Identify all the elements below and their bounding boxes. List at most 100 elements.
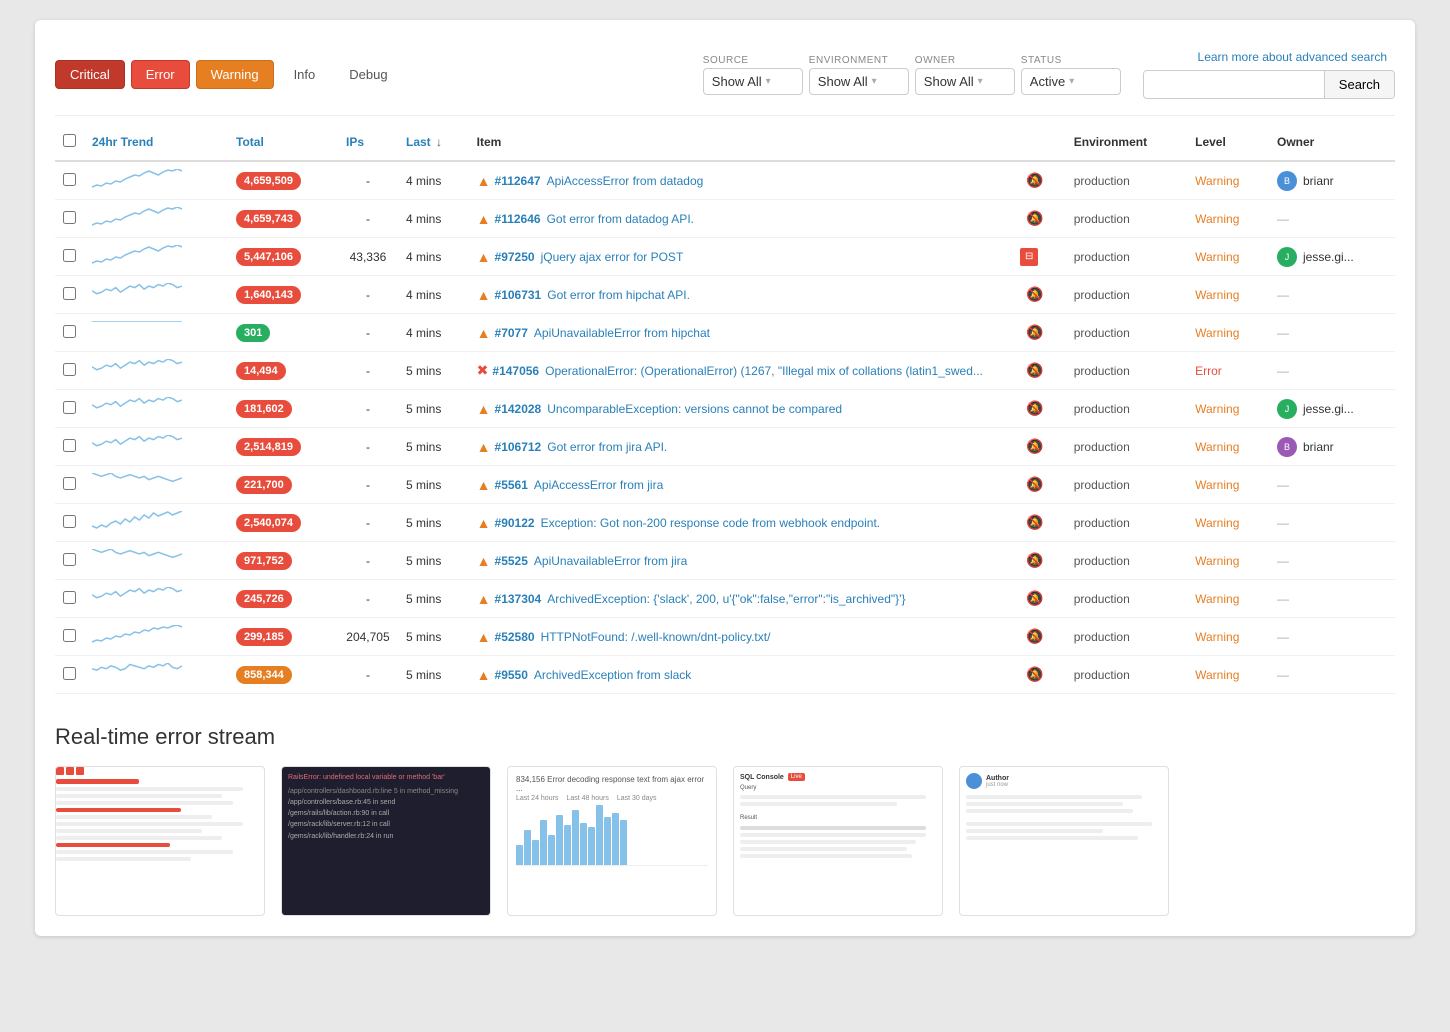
item-cell[interactable]: ▲ #112647 ApiAccessError from datadog <box>469 161 1013 200</box>
item-link[interactable]: #9550 ArchivedException from slack <box>495 668 692 682</box>
row-checkbox[interactable] <box>63 667 76 680</box>
row-checkbox[interactable] <box>63 401 76 414</box>
search-button[interactable]: Search <box>1324 71 1394 98</box>
row-checkbox[interactable] <box>63 173 76 186</box>
last-cell: 5 mins <box>398 352 469 390</box>
header-last[interactable]: Last ↓ <box>398 124 469 161</box>
item-link[interactable]: #5561 ApiAccessError from jira <box>495 478 664 492</box>
mute-icon[interactable]: 🔕 <box>1026 172 1043 188</box>
action-cell[interactable]: 🔕 <box>1012 618 1066 656</box>
action-cell[interactable]: 🔕 <box>1012 542 1066 580</box>
action-cell[interactable]: 🔕 <box>1012 428 1066 466</box>
owner-select[interactable]: Show All ▾ <box>915 68 1015 95</box>
header-total[interactable]: Total <box>228 124 338 161</box>
item-link[interactable]: #52580 HTTPNotFound: /.well-known/dnt-po… <box>495 630 771 644</box>
action-cell[interactable]: 🔕 <box>1012 580 1066 618</box>
realtime-thumb-5[interactable]: Author just now <box>959 766 1169 916</box>
advanced-search-link[interactable]: Learn more about advanced search <box>1198 50 1387 64</box>
mute-icon[interactable]: 🔕 <box>1026 476 1043 492</box>
row-checkbox[interactable] <box>63 477 76 490</box>
action-cell[interactable]: 🔕 <box>1012 161 1066 200</box>
item-cell[interactable]: ▲ #106731 Got error from hipchat API. <box>469 276 1013 314</box>
action-cell[interactable]: 🔕 <box>1012 504 1066 542</box>
row-checkbox[interactable] <box>63 591 76 604</box>
item-link[interactable]: #97250 jQuery ajax error for POST <box>495 250 684 264</box>
item-link[interactable]: #7077 ApiUnavailableError from hipchat <box>495 326 710 340</box>
action-cell[interactable]: 🔕 <box>1012 276 1066 314</box>
trend-cell <box>84 618 228 656</box>
item-link[interactable]: #106731 Got error from hipchat API. <box>495 288 690 302</box>
level-text: Error <box>1195 364 1222 378</box>
action-cell[interactable]: 🔕 <box>1012 314 1066 352</box>
item-link[interactable]: #112647 ApiAccessError from datadog <box>495 174 704 188</box>
row-checkbox[interactable] <box>63 515 76 528</box>
mute-icon[interactable]: 🔕 <box>1026 666 1043 682</box>
mute-icon[interactable]: 🔕 <box>1026 438 1043 454</box>
mute-icon[interactable]: 🔕 <box>1026 324 1043 340</box>
realtime-thumb-3[interactable]: 834,156 Error decoding response text fro… <box>507 766 717 916</box>
error-action-icon[interactable]: ⊟ <box>1020 248 1038 266</box>
search-input[interactable] <box>1144 71 1324 98</box>
header-checkbox[interactable] <box>55 124 84 161</box>
item-link[interactable]: #112646 Got error from datadog API. <box>495 212 694 226</box>
mute-icon[interactable]: 🔕 <box>1026 514 1043 530</box>
action-cell[interactable]: 🔕 <box>1012 200 1066 238</box>
realtime-thumb-4[interactable]: SQL Console Live Query Result <box>733 766 943 916</box>
row-checkbox[interactable] <box>63 553 76 566</box>
item-cell[interactable]: ▲ #52580 HTTPNotFound: /.well-known/dnt-… <box>469 618 1013 656</box>
source-label: SOURCE <box>703 55 749 66</box>
item-cell[interactable]: ▲ #90122 Exception: Got non-200 response… <box>469 504 1013 542</box>
mute-icon[interactable]: 🔕 <box>1026 286 1043 302</box>
action-cell[interactable]: 🔕 <box>1012 390 1066 428</box>
mute-icon[interactable]: 🔕 <box>1026 552 1043 568</box>
critical-filter-btn[interactable]: Critical <box>55 60 125 89</box>
debug-filter-btn[interactable]: Debug <box>335 61 401 88</box>
row-checkbox[interactable] <box>63 363 76 376</box>
item-link[interactable]: #147056 OperationalError: (OperationalEr… <box>492 364 983 378</box>
row-checkbox[interactable] <box>63 629 76 642</box>
item-cell[interactable]: ▲ #5561 ApiAccessError from jira <box>469 466 1013 504</box>
row-checkbox[interactable] <box>63 211 76 224</box>
level-text: Warning <box>1195 516 1239 530</box>
item-cell[interactable]: ▲ #97250 jQuery ajax error for POST <box>469 238 1013 276</box>
env-text: production <box>1074 250 1130 264</box>
item-link[interactable]: #5525 ApiUnavailableError from jira <box>495 554 688 568</box>
info-filter-btn[interactable]: Info <box>280 61 330 88</box>
item-cell[interactable]: ▲ #137304 ArchivedException: {'slack', 2… <box>469 580 1013 618</box>
item-cell[interactable]: ▲ #5525 ApiUnavailableError from jira <box>469 542 1013 580</box>
item-cell[interactable]: ▲ #112646 Got error from datadog API. <box>469 200 1013 238</box>
item-cell[interactable]: ▲ #142028 UncomparableException: version… <box>469 390 1013 428</box>
row-checkbox[interactable] <box>63 325 76 338</box>
owner-cell-wrapper: — <box>1269 314 1395 352</box>
mute-icon[interactable]: 🔕 <box>1026 362 1043 378</box>
row-checkbox[interactable] <box>63 287 76 300</box>
item-cell[interactable]: ▲ #9550 ArchivedException from slack <box>469 656 1013 694</box>
item-cell[interactable]: ▲ #106712 Got error from jira API. <box>469 428 1013 466</box>
realtime-thumb-1[interactable] <box>55 766 265 916</box>
item-link[interactable]: #142028 UncomparableException: versions … <box>495 402 843 416</box>
item-cell[interactable]: ▲ #7077 ApiUnavailableError from hipchat <box>469 314 1013 352</box>
mute-icon[interactable]: 🔕 <box>1026 628 1043 644</box>
owner-dash: — <box>1277 554 1289 568</box>
warning-filter-btn[interactable]: Warning <box>196 60 274 89</box>
action-cell[interactable]: ⊟ <box>1012 238 1066 276</box>
select-all-checkbox[interactable] <box>63 134 76 147</box>
item-cell[interactable]: ✖ #147056 OperationalError: (Operational… <box>469 352 1013 390</box>
item-link[interactable]: #90122 Exception: Got non-200 response c… <box>495 516 881 530</box>
error-filter-btn[interactable]: Error <box>131 60 190 89</box>
mute-icon[interactable]: 🔕 <box>1026 210 1043 226</box>
action-cell[interactable]: 🔕 <box>1012 352 1066 390</box>
status-select[interactable]: Active ▾ <box>1021 68 1121 95</box>
source-select[interactable]: Show All ▾ <box>703 68 803 95</box>
mute-icon[interactable]: 🔕 <box>1026 400 1043 416</box>
item-link[interactable]: #137304 ArchivedException: {'slack', 200… <box>495 592 906 606</box>
item-link[interactable]: #106712 Got error from jira API. <box>495 440 668 454</box>
action-cell[interactable]: 🔕 <box>1012 466 1066 504</box>
row-checkbox[interactable] <box>63 439 76 452</box>
environment-select[interactable]: Show All ▾ <box>809 68 909 95</box>
realtime-thumb-2[interactable]: RailsError: undefined local variable or … <box>281 766 491 916</box>
action-cell[interactable]: 🔕 <box>1012 656 1066 694</box>
env-cell: production <box>1066 504 1187 542</box>
mute-icon[interactable]: 🔕 <box>1026 590 1043 606</box>
row-checkbox[interactable] <box>63 249 76 262</box>
